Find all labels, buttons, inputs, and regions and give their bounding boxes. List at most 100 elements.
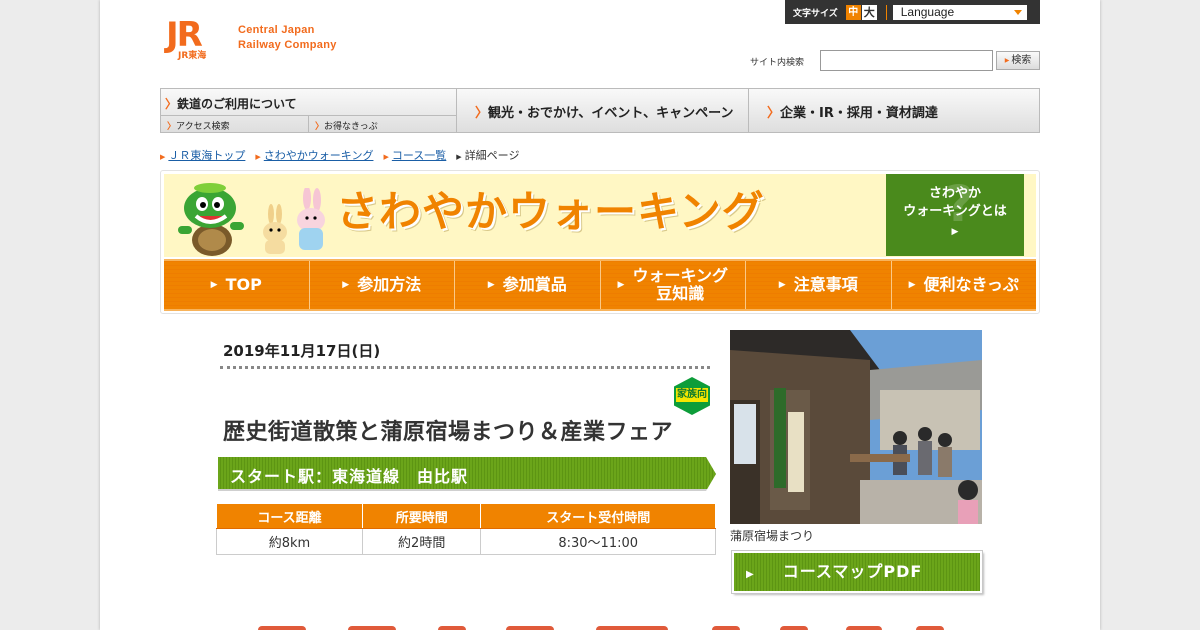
decorative-strip xyxy=(780,626,808,630)
about-walking-button[interactable]: ? さわやか ウォーキングとは ▶ xyxy=(886,174,1024,256)
breadcrumb-item: ▶ さわやかウォーキング xyxy=(255,147,373,163)
decorative-strip xyxy=(258,626,306,630)
global-nav: 〉鉄道のご利用について 〉アクセス検索 〉お得なきっぷ 〉観光・おでかけ、イベン… xyxy=(160,88,1040,133)
chevron-right-icon: 〉 xyxy=(767,106,781,121)
header-distance: コース距離 xyxy=(216,503,363,529)
walking-nav-label: 参加賞品 xyxy=(502,275,567,294)
kappa-mascot-icon xyxy=(178,183,244,256)
start-station-bar: スタート駅：東海道線 由比駅 xyxy=(218,457,716,491)
nav-discount-tickets-label: お得なきっぷ xyxy=(324,122,378,132)
nav-corporate[interactable]: 〉企業・IR・採用・資材調達 xyxy=(749,89,1039,132)
walking-nav-label: 注意事項 xyxy=(793,275,858,294)
triangle-right-icon: ▶ xyxy=(746,569,755,580)
nav-access-search-label: アクセス検索 xyxy=(176,122,230,132)
header-start-time: スタート受付時間 xyxy=(480,503,716,529)
triangle-right-icon: ▶ xyxy=(255,153,261,161)
banner-title: さわやかウォーキング xyxy=(336,187,765,236)
search-button[interactable]: 検索 xyxy=(996,51,1040,70)
walking-nav-tips[interactable]: ▶ ウォーキング 豆知識 xyxy=(600,261,746,309)
triangle-right-icon: ▶ xyxy=(778,280,786,290)
header-duration: 所要時間 xyxy=(361,503,482,529)
walking-nav-label: 参加方法 xyxy=(357,275,422,294)
breadcrumb-link-course-list[interactable]: コース一覧 xyxy=(392,149,446,162)
table-header-row: コース距離 所要時間 スタート受付時間 xyxy=(216,503,716,529)
triangle-right-icon: ▶ xyxy=(617,280,625,290)
decorative-strip xyxy=(348,626,396,630)
triangle-right-icon: ▶ xyxy=(160,153,166,161)
triangle-right-icon: ▶ xyxy=(908,280,916,290)
dotted-divider xyxy=(220,366,710,369)
walking-nav-notes[interactable]: ▶ 注意事項 xyxy=(746,261,892,309)
font-size-label: 文字サイズ xyxy=(793,8,838,19)
banner-header: さわやかウォーキング ? さわやか ウォーキングとは ▶ xyxy=(164,174,1036,259)
cell-distance: 約8km xyxy=(216,528,363,555)
chevron-right-icon: 〉 xyxy=(315,122,325,132)
breadcrumb-item: ▶ 詳細ページ xyxy=(456,147,519,163)
breadcrumb-link-walking[interactable]: さわやかウォーキング xyxy=(264,149,374,162)
jr-logo-mark: JR JR東海 xyxy=(166,18,228,62)
triangle-right-icon: ▶ xyxy=(342,280,350,290)
breadcrumb-current: 詳細ページ xyxy=(464,149,520,162)
nav-corporate-label: 企業・IR・採用・資材調達 xyxy=(780,106,938,121)
walking-nav: ▶ TOP ▶ 参加方法 ▶ 参加賞品 ▶ ウォーキング 豆知識 ▶ 注意事項 ▶ 便利なき… xyxy=(164,259,1036,311)
nav-tourism[interactable]: 〉観光・おでかけ、イベント、キャンペーン xyxy=(457,89,749,132)
decorative-strip xyxy=(916,626,944,630)
breadcrumb: ▶ ＪＲ東海トップ ▶ さわやかウォーキング ▶ コース一覧 ▶ 詳細ページ xyxy=(160,147,519,163)
decorative-strip xyxy=(506,626,554,630)
event-date: 2019年11月17日(日) xyxy=(223,342,381,360)
triangle-right-icon: ▶ xyxy=(456,153,462,161)
course-map-pdf-button[interactable]: ▶ コースマップPDF xyxy=(731,550,983,594)
jr-central-logo[interactable]: JR JR東海 Central Japan Railway Company xyxy=(166,18,337,62)
logo-line2: Railway Company xyxy=(238,39,337,51)
family-badge-label: 家族向 xyxy=(676,388,708,402)
cell-start-time: 8:30～11:00 xyxy=(480,528,716,555)
breadcrumb-item: ▶ コース一覧 xyxy=(383,147,446,163)
decorative-strip xyxy=(438,626,466,630)
course-info-table: コース距離 所要時間 スタート受付時間 約8km 約2時間 8:30～11:00 xyxy=(216,503,716,555)
cell-duration: 約2時間 xyxy=(361,528,482,555)
nav-discount-tickets[interactable]: 〉お得なきっぷ xyxy=(309,116,457,133)
page: JR JR東海 Central Japan Railway Company 文字… xyxy=(100,0,1100,630)
chevron-right-icon: 〉 xyxy=(475,106,489,121)
walking-nav-how-to-join[interactable]: ▶ 参加方法 xyxy=(309,261,455,309)
triangle-right-icon: ▶ xyxy=(210,280,218,290)
decorative-strip xyxy=(712,626,740,630)
language-select[interactable]: Language xyxy=(892,4,1027,20)
decorative-strip xyxy=(846,626,882,630)
logo-jr-sub: JR東海 xyxy=(178,51,207,61)
font-size-language-bar: 文字サイズ 中 大 Language xyxy=(785,0,1040,24)
course-map-pdf-label: コースマップPDF xyxy=(782,562,923,581)
family-badge: 家族向 xyxy=(674,377,710,415)
site-search-label: サイト内検索 xyxy=(750,58,805,68)
nav-rail-usage[interactable]: 〉鉄道のご利用について xyxy=(161,89,457,116)
walking-nav-top[interactable]: ▶ TOP xyxy=(164,261,310,309)
walking-nav-label: 便利なきっぷ xyxy=(923,275,1019,294)
nav-rail-usage-label: 鉄道のご利用について xyxy=(177,97,297,111)
walking-nav-tickets[interactable]: ▶ 便利なきっぷ xyxy=(891,261,1036,309)
walking-nav-label: ウォーキング 豆知識 xyxy=(632,266,728,303)
font-size-large-button[interactable]: 大 xyxy=(861,4,877,20)
walking-nav-label: TOP xyxy=(225,275,262,294)
nav-tourism-label: 観光・おでかけ、イベント、キャンペーン xyxy=(488,106,734,121)
chevron-right-icon: 〉 xyxy=(165,97,178,111)
table-row: 約8km 約2時間 8:30～11:00 xyxy=(216,528,716,555)
chevron-right-icon: 〉 xyxy=(167,122,177,132)
start-station-text: スタート駅：東海道線 由比駅 xyxy=(230,467,469,486)
triangle-right-icon: ▶ xyxy=(383,153,389,161)
walking-banner: さわやかウォーキング ? さわやか ウォーキングとは ▶ ▶ TOP ▶ 参加方法 … xyxy=(160,170,1040,314)
event-title: 歴史街道散策と蒲原宿場まつり＆産業フェア xyxy=(223,420,674,445)
breadcrumb-item: ▶ ＪＲ東海トップ xyxy=(160,147,245,163)
logo-jr-text: JR xyxy=(166,15,203,55)
question-mark-icon: ? xyxy=(944,175,974,233)
nav-access-search[interactable]: 〉アクセス検索 xyxy=(161,116,309,133)
site-search-input[interactable] xyxy=(820,50,993,71)
logo-company-name: Central Japan Railway Company xyxy=(238,23,337,53)
divider xyxy=(885,4,887,20)
photo-caption: 蒲原宿場まつり xyxy=(730,529,815,543)
event-photo xyxy=(730,330,982,524)
walking-nav-prizes[interactable]: ▶ 参加賞品 xyxy=(455,261,601,309)
logo-line1: Central Japan xyxy=(238,24,315,36)
decorative-strip xyxy=(596,626,668,630)
breadcrumb-link-jr-top[interactable]: ＪＲ東海トップ xyxy=(168,149,245,162)
font-size-medium-button[interactable]: 中 xyxy=(845,4,861,20)
